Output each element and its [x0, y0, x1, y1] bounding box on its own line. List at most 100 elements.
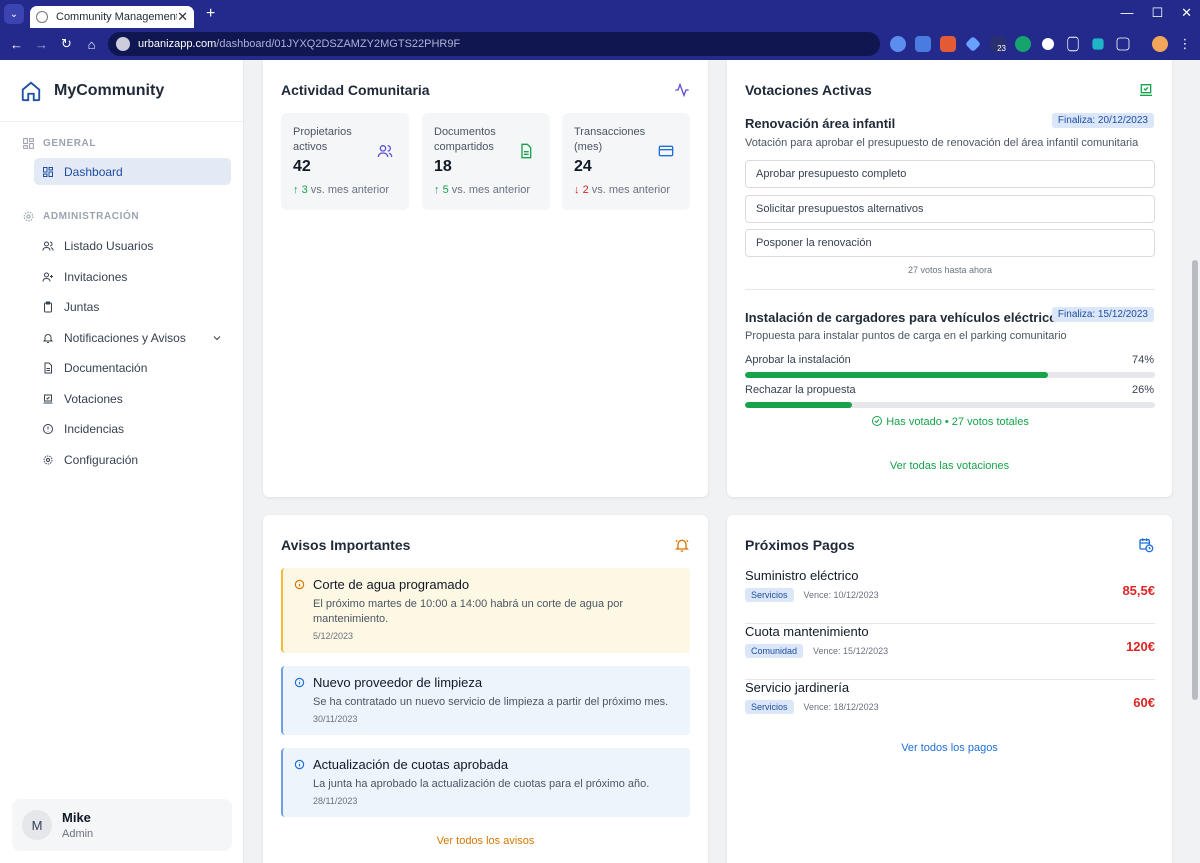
home-icon[interactable]: ⌂: [79, 37, 104, 52]
stat-value: 18: [434, 158, 452, 175]
sidebar-item-votes[interactable]: Votaciones: [34, 384, 231, 415]
chevron-down-icon[interactable]: [211, 332, 223, 344]
translate-icon[interactable]: [915, 36, 931, 52]
payment-category-badge: Servicios: [745, 588, 794, 602]
all-votes-link[interactable]: Ver todas las votaciones: [727, 460, 1172, 472]
payment-amount: 120€: [1126, 639, 1155, 654]
stat-suffix: vs. mes anterior: [448, 184, 530, 196]
menu-icon[interactable]: ⋮: [1177, 36, 1193, 52]
vote-1-description: Votación para aprobar el presupuesto de …: [745, 137, 1139, 149]
notice-title: Actualización de cuotas aprobada: [313, 757, 509, 772]
extension-icon[interactable]: [1042, 38, 1054, 50]
stat-owners: Propietarios activos 42 ↑ 3 vs. mes ante…: [281, 113, 409, 210]
vote-option-button[interactable]: Solicitar presupuestos alternativos: [745, 195, 1155, 223]
reload-icon[interactable]: ↻: [54, 36, 79, 52]
back-icon[interactable]: ←: [4, 37, 29, 52]
forward-icon[interactable]: →: [29, 37, 54, 52]
vote-2-deadline-badge: Finaliza: 15/12/2023: [1051, 307, 1154, 322]
sidebar-item-users[interactable]: Listado Usuarios: [34, 231, 231, 262]
extension-icon[interactable]: [940, 36, 956, 52]
new-tab-icon[interactable]: +: [206, 5, 215, 23]
scrollbar-thumb[interactable]: [1192, 260, 1198, 700]
user-profile[interactable]: M Mike Admin: [12, 799, 232, 851]
sidebar-item-label: Documentación: [64, 361, 148, 376]
sidebar-item-label: Votaciones: [64, 391, 123, 406]
payment-category-badge: Comunidad: [745, 644, 804, 658]
notices-title: Avisos Importantes: [281, 537, 411, 553]
all-payments-link[interactable]: Ver todos los pagos: [727, 742, 1172, 754]
clipboard-icon: [44, 301, 52, 313]
extension-badge-icon[interactable]: 23: [990, 36, 1006, 53]
notice-date: 5/12/2023: [313, 631, 354, 641]
payment-due: Vence: 10/12/2023: [803, 590, 879, 600]
ballot-icon: [43, 394, 53, 404]
payment-category-badge: Servicios: [745, 700, 794, 714]
close-window-icon[interactable]: ✕: [1181, 5, 1192, 21]
sidebar-item-notifications[interactable]: Notificaciones y Avisos: [34, 323, 231, 354]
payment-name: Servicio jardinería: [745, 680, 850, 695]
sidebar-item-invitations[interactable]: Invitaciones: [34, 262, 231, 293]
brand[interactable]: MyCommunity: [0, 60, 243, 122]
activity-card: Actividad Comunitaria Propietarios activ…: [263, 60, 708, 497]
info-icon: [294, 759, 305, 770]
page-scrollbar[interactable]: [1190, 60, 1200, 863]
grammarly-icon[interactable]: [1015, 36, 1031, 52]
minimize-icon[interactable]: —: [1120, 5, 1133, 21]
notice-title: Nuevo proveedor de limpieza: [313, 675, 483, 690]
payment-row[interactable]: Servicio jardinería Servicios Vence: 18/1…: [745, 680, 1155, 736]
result-label: Aprobar la instalación: [745, 354, 851, 366]
close-tab-icon[interactable]: ✕: [177, 9, 188, 25]
profile-avatar-icon[interactable]: [1152, 36, 1168, 52]
extension-icon[interactable]: [1092, 38, 1104, 50]
ballot-box-icon: [1140, 84, 1152, 96]
notice-item[interactable]: Actualización de cuotas aprobada La junt…: [281, 748, 690, 817]
payment-row[interactable]: Suministro eléctrico Servicios Vence: 10/…: [745, 568, 1155, 624]
payment-row[interactable]: Cuota mantenimiento Comunidad Vence: 15/1…: [745, 624, 1155, 680]
sidebar-item-documents[interactable]: Documentación: [34, 353, 231, 384]
vote-option-button[interactable]: Aprobar presupuesto completo: [745, 160, 1155, 188]
tab-favicon-icon: [36, 11, 48, 23]
result-bar-fill: [745, 402, 852, 408]
sidebar-item-incidents[interactable]: Incidencias: [34, 414, 231, 445]
stat-value: 42: [293, 158, 311, 175]
all-notices-link[interactable]: Ver todos los avisos: [263, 835, 708, 847]
extension-icon[interactable]: [890, 36, 906, 52]
payment-name: Cuota mantenimiento: [745, 624, 869, 639]
url-input[interactable]: urbanizapp.com/dashboard/01JYXQ2DSZAMZY2…: [108, 32, 880, 56]
notice-body: La junta ha aprobado la actualización de…: [313, 778, 650, 790]
result-bar-track: [745, 372, 1155, 378]
tab-search-icon[interactable]: ⌄: [4, 4, 24, 24]
maximize-icon[interactable]: ☐: [1151, 5, 1163, 21]
payments-card: Próximos Pagos Suministro eléctrico Serv…: [727, 515, 1172, 863]
section-general: GENERAL: [0, 134, 243, 152]
site-info-icon[interactable]: [116, 37, 130, 51]
activity-pulse-icon: [675, 82, 689, 98]
brand-name: MyCommunity: [54, 81, 165, 99]
puzzle-icon[interactable]: [1116, 37, 1130, 51]
bell-ring-icon: [675, 539, 689, 552]
vote-1-count: 27 votos hasta ahora: [907, 265, 993, 275]
payment-name: Suministro eléctrico: [745, 568, 859, 583]
stat-documents: Documentos compartidos 18 ↑ 5 vs. mes an…: [422, 113, 550, 210]
divider: [745, 289, 1155, 290]
section-admin-label: ADMINISTRACIÓN: [43, 210, 140, 222]
sidebar-item-settings[interactable]: Configuración: [34, 445, 231, 476]
stat-suffix: vs. mes anterior: [307, 184, 389, 196]
vote-option-button[interactable]: Posponer la renovación: [745, 229, 1155, 257]
gear-icon: [23, 211, 34, 221]
phone-icon[interactable]: [1067, 36, 1079, 52]
info-icon: [294, 579, 305, 590]
grid-icon: [23, 137, 34, 149]
browser-tab[interactable]: Community Management ✕: [30, 6, 194, 28]
url-path: /dashboard/01JYXQ2DSZAMZY2MGTS22PHR9F: [216, 38, 461, 50]
notice-item[interactable]: Nuevo proveedor de limpieza Se ha contra…: [281, 666, 690, 735]
sidebar-item-label: Dashboard: [64, 164, 123, 179]
sidebar-item-meetings[interactable]: Juntas: [34, 292, 231, 323]
user-plus-icon: [42, 272, 53, 282]
extension-icon[interactable]: [965, 36, 981, 52]
activity-title: Actividad Comunitaria: [281, 82, 430, 98]
sidebar-item-dashboard[interactable]: Dashboard: [34, 158, 231, 185]
vote-1-title: Renovación área infantil: [745, 116, 896, 131]
sidebar-item-label: Invitaciones: [64, 269, 128, 284]
notice-item[interactable]: Corte de agua programado El próximo mart…: [281, 568, 690, 653]
